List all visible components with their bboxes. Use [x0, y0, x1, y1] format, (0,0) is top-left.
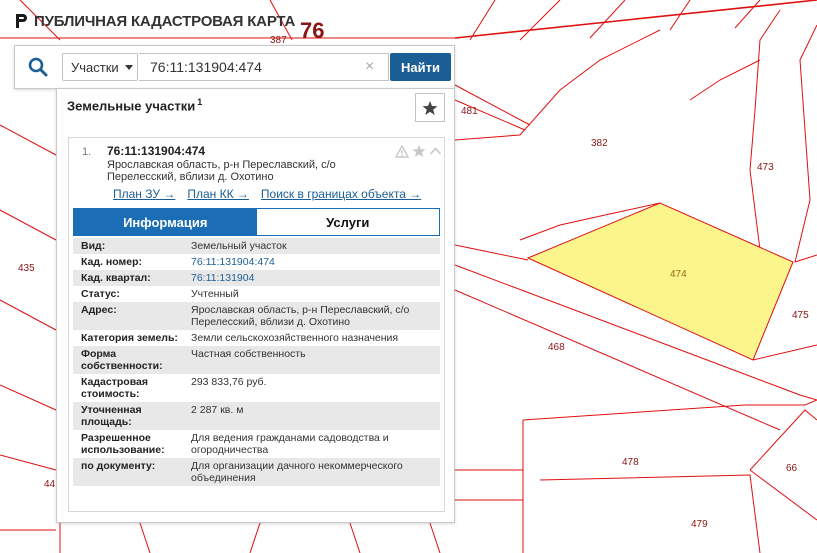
parcel-label: 474: [670, 269, 687, 280]
search-button[interactable]: [21, 52, 55, 82]
table-row: Вид: Земельный участок: [73, 238, 440, 254]
table-row: Кад. номер: 76:11:131904:474: [73, 254, 440, 270]
info-key: Адрес:: [73, 302, 191, 330]
parcel-label: 44: [44, 479, 56, 490]
info-value: Земли сельскохозяйственного назначения: [191, 332, 399, 344]
panel-title-text: Земельные участки: [67, 98, 196, 114]
cadastral-logo-icon: [16, 14, 27, 28]
card-actions: [395, 144, 442, 158]
search-input[interactable]: [139, 53, 389, 81]
link-plan-zu[interactable]: План ЗУ →: [113, 187, 175, 201]
result-index: 1.: [82, 146, 92, 158]
info-value-link[interactable]: 76:11:131904:474: [191, 254, 440, 270]
table-row: Категория земель: Земли сельскохозяйстве…: [73, 330, 440, 346]
app-header: ПУБЛИЧНАЯ КАДАСТРОВАЯ КАРТА: [14, 10, 295, 32]
clear-search-button[interactable]: ×: [365, 59, 374, 75]
table-row: Форма собственности: Частная собственнос…: [73, 346, 440, 374]
table-row: Адрес: Ярославская область, р-н Переслав…: [73, 302, 440, 330]
parcel-label: 479: [691, 519, 708, 530]
info-key: Кад. квартал:: [73, 270, 191, 286]
tab-information[interactable]: Информация: [74, 209, 257, 235]
info-value: Для ведения гражданами садоводства и ого…: [191, 432, 389, 456]
panel-title: Земельные участки 1: [67, 97, 202, 113]
parcel-label: 478: [622, 457, 639, 468]
chevron-down-icon: [124, 64, 133, 70]
info-key: по документу:: [73, 458, 191, 486]
info-value: Частная собственность: [191, 346, 440, 374]
result-card: 1. 76:11:131904:474 Ярославская область,…: [68, 137, 445, 512]
star-icon[interactable]: [412, 144, 426, 158]
app-title: ПУБЛИЧНАЯ КАДАСТРОВАЯ КАРТА: [34, 12, 296, 30]
info-key: Кадастровая стоимость:: [81, 376, 148, 400]
table-row: Уточненная площадь: 2 287 кв. м: [73, 402, 440, 430]
table-row: Кадастровая стоимость: 293 833,76 руб.: [73, 374, 440, 402]
info-value: 293 833,76 руб.: [191, 376, 267, 388]
table-row: Статус: Учтенный: [73, 286, 440, 302]
info-value-link[interactable]: 76:11:131904: [191, 270, 440, 286]
info-value: 2 287 кв. м: [191, 402, 440, 430]
result-cadastral-number[interactable]: 76:11:131904:474: [107, 144, 205, 158]
info-key: Форма собственности:: [73, 346, 191, 374]
result-address: Ярославская область, р-н Переславский, с…: [107, 159, 336, 183]
parcel-label: 66: [786, 463, 798, 474]
results-panel: Земельные участки 1 1. 76:11:131904:474 Я…: [56, 88, 455, 523]
parcel-label: 76: [300, 18, 324, 43]
info-value: Для организации дачного некоммерческого …: [191, 458, 440, 486]
info-key: Статус:: [81, 288, 120, 300]
parcel-label: 382: [591, 138, 608, 149]
parcel-label: 435: [18, 263, 35, 274]
tab-services[interactable]: Услуги: [256, 209, 439, 235]
chevron-up-icon[interactable]: [429, 146, 442, 156]
find-button[interactable]: Найти: [390, 53, 451, 81]
search-type-select[interactable]: Участки: [62, 53, 138, 81]
parcel-label: 481: [461, 106, 478, 117]
result-tabs: Информация Услуги: [73, 208, 440, 236]
link-plan-kk[interactable]: План КК →: [187, 187, 249, 201]
parcel-label: 473: [757, 162, 774, 173]
result-links: План ЗУ → План КК → Поиск в границах объ…: [113, 187, 421, 201]
search-type-label: Участки: [71, 59, 119, 75]
info-key: Вид:: [73, 238, 191, 254]
favorites-button[interactable]: [415, 93, 445, 122]
star-icon: [422, 100, 438, 115]
parcel-label: 475: [792, 310, 809, 321]
warning-icon[interactable]: [395, 144, 409, 158]
info-value: Ярославская область, р-н Переславский, с…: [191, 302, 440, 330]
search-bar: Участки × Найти: [14, 45, 455, 89]
search-icon: [28, 57, 48, 77]
info-table: Вид: Земельный участок Кад. номер: 76:11…: [73, 238, 440, 486]
table-row: по документу: Для организации дачного не…: [73, 458, 440, 486]
table-row: Кад. квартал: 76:11:131904: [73, 270, 440, 286]
info-key: Уточненная площадь:: [73, 402, 191, 430]
info-key: Разрешенное использование:: [81, 432, 165, 456]
info-key: Категория земель:: [81, 332, 178, 344]
info-key: Кад. номер:: [81, 256, 143, 268]
results-count: 1: [197, 97, 203, 107]
parcel-label: 468: [548, 342, 565, 353]
link-search-in-bounds[interactable]: Поиск в границах объекта →: [261, 187, 421, 201]
info-value: Земельный участок: [191, 238, 440, 254]
table-row: Разрешенное использование: Для ведения г…: [73, 430, 440, 458]
info-value: Учтенный: [191, 288, 239, 300]
